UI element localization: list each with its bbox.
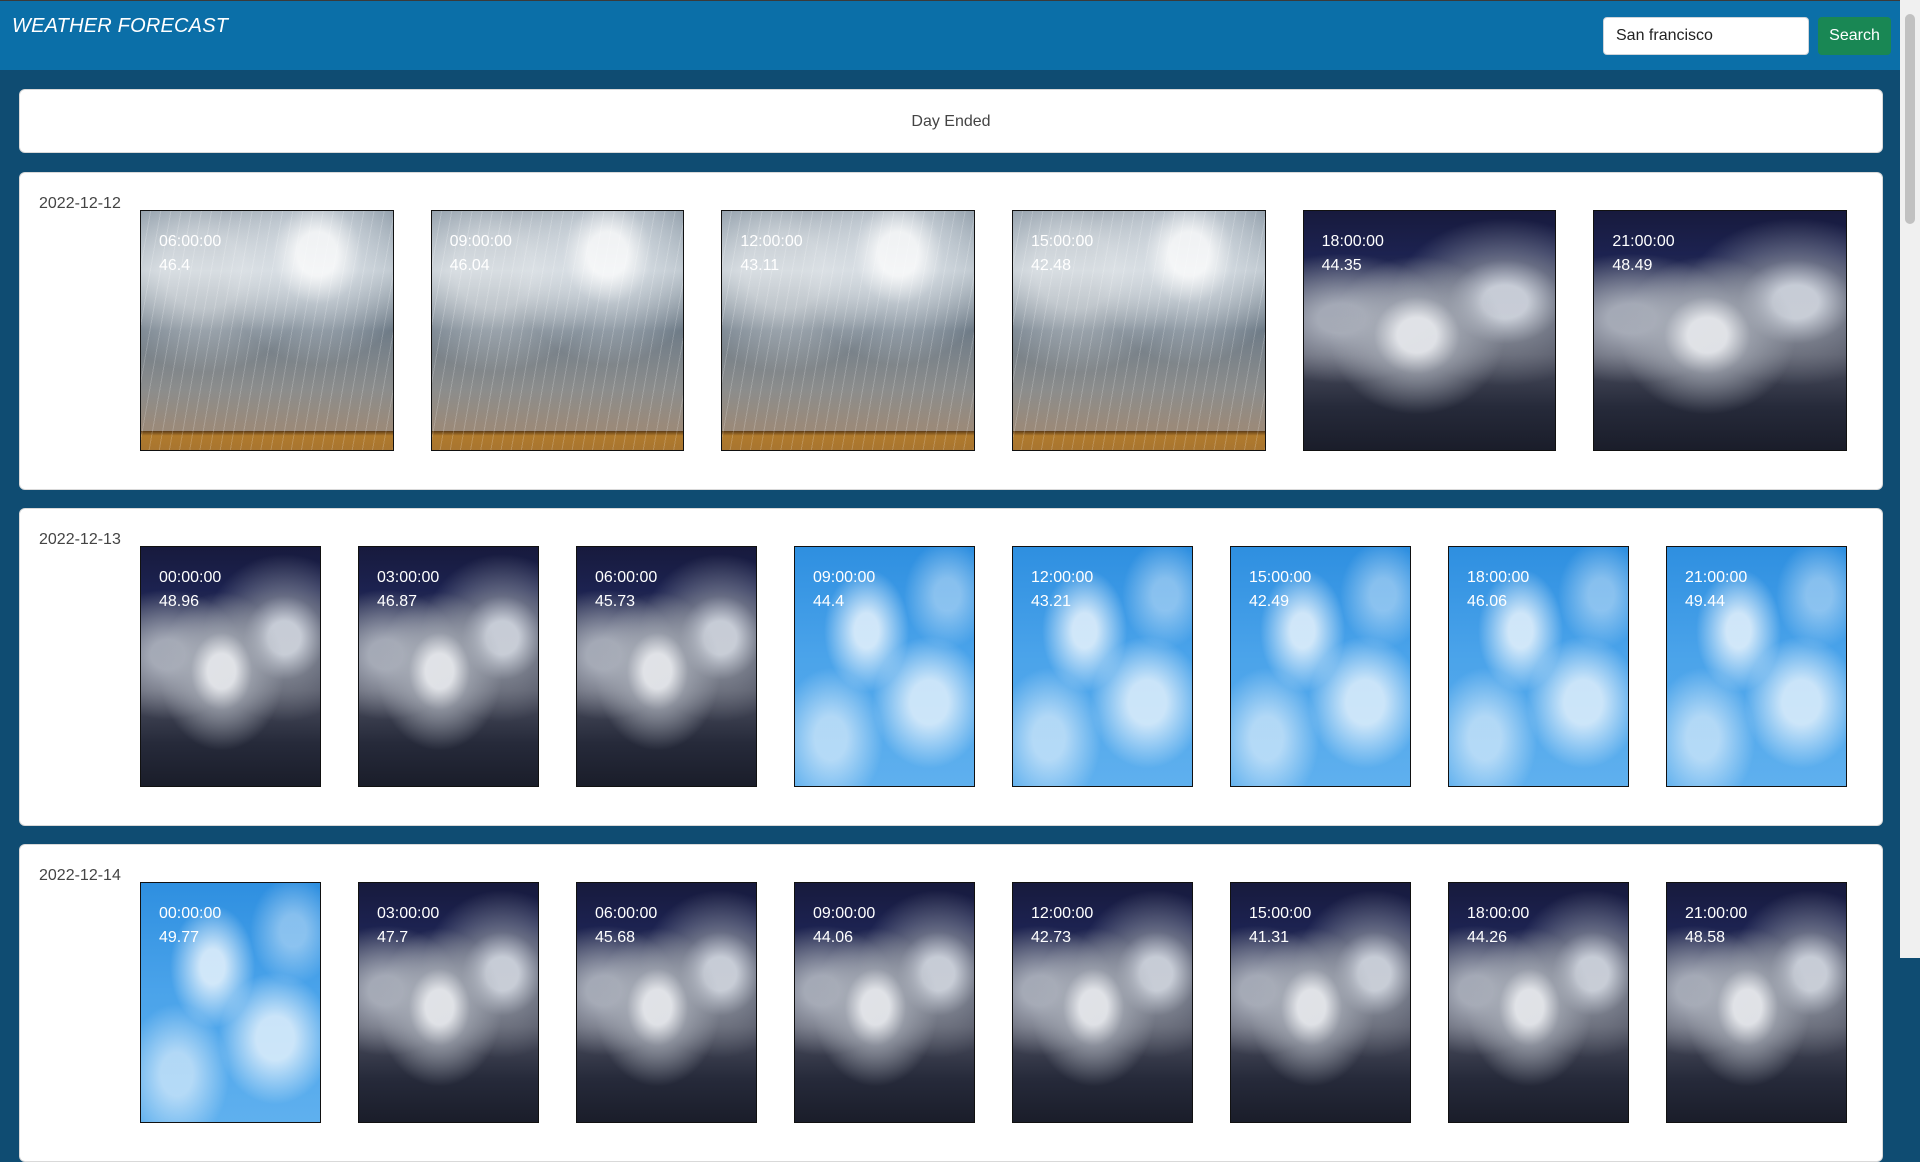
status-card: Day Ended	[19, 89, 1883, 153]
forecast-tile: 06:00:00 45.73	[576, 546, 757, 787]
forecast-temperature: 42.73	[1031, 929, 1072, 946]
day-date: 2022-12-14	[39, 867, 121, 884]
forecast-time: 09:00:00	[813, 569, 876, 586]
forecast-tile: 18:00:00 44.35	[1302, 210, 1557, 451]
forecast-temperature: 47.7	[377, 929, 409, 946]
forecast-tile: 21:00:00 49.44	[1666, 546, 1847, 787]
navbar: WEATHER FORECAST Search	[0, 0, 1900, 70]
forecast-time: 06:00:00	[595, 905, 658, 922]
forecast-time: 21:00:00	[1685, 569, 1748, 586]
forecast-time: 18:00:00	[1467, 905, 1530, 922]
forecast-temperature: 46.87	[377, 593, 418, 610]
forecast-tile: 06:00:00 46.4	[140, 210, 394, 451]
forecast-time: 00:00:00	[159, 569, 222, 586]
forecast-time: 18:00:00	[1321, 233, 1384, 250]
day-date: 2022-12-13	[39, 531, 121, 548]
forecast-temperature: 45.68	[595, 929, 636, 946]
forecast-temperature: 45.73	[595, 593, 636, 610]
forecast-temperature: 41.31	[1249, 929, 1290, 946]
search-button[interactable]: Search	[1818, 17, 1891, 55]
forecast-time: 12:00:00	[740, 233, 803, 250]
forecast-time: 03:00:00	[377, 905, 440, 922]
forecast-temperature: 42.48	[1031, 257, 1072, 274]
forecast-tile: 21:00:00 48.49	[1593, 210, 1847, 451]
forecast-tile: 12:00:00 42.73	[1012, 882, 1193, 1123]
forecast-tile: 15:00:00 42.48	[1012, 210, 1266, 451]
page-scrollbar[interactable]	[1900, 0, 1920, 958]
forecast-time: 09:00:00	[449, 233, 512, 250]
forecast-temperature: 46.06	[1467, 593, 1508, 610]
forecast-tile: 03:00:00 46.87	[358, 546, 539, 787]
forecast-temperature: 48.49	[1612, 257, 1653, 274]
day-card: 2022-12-13 00:00:00 48.96 03:00:00 46.87 06:0…	[19, 508, 1883, 826]
forecast-time: 12:00:00	[1031, 569, 1094, 586]
forecast-temperature: 44.35	[1321, 257, 1362, 274]
forecast-tile: 09:00:00 44.4	[794, 546, 975, 787]
forecast-time: 12:00:00	[1031, 905, 1094, 922]
forecast-time: 03:00:00	[377, 569, 440, 586]
forecast-time: 21:00:00	[1685, 905, 1748, 922]
forecast-temperature: 46.4	[159, 257, 191, 274]
day-date: 2022-12-12	[39, 195, 121, 212]
status-text: Day Ended	[911, 113, 991, 130]
forecast-tile: 09:00:00 46.04	[430, 210, 685, 451]
day-card: 2022-12-12 06:00:00 46.4 09:00:00 46.04 12:00…	[19, 172, 1883, 490]
forecast-time: 15:00:00	[1031, 233, 1094, 250]
forecast-temperature: 42.49	[1249, 593, 1290, 610]
forecast-temperature: 44.4	[813, 593, 845, 610]
forecast-tile: 00:00:00 49.77	[140, 882, 321, 1123]
forecast-temperature: 44.26	[1467, 929, 1508, 946]
forecast-time: 15:00:00	[1249, 569, 1312, 586]
forecast-time: 21:00:00	[1612, 233, 1675, 250]
forecast-temperature: 48.58	[1685, 929, 1726, 946]
forecast-tile: 12:00:00 43.21	[1012, 546, 1193, 787]
forecast-tile: 18:00:00 46.06	[1448, 546, 1629, 787]
forecast-time: 00:00:00	[159, 905, 222, 922]
app-title[interactable]: WEATHER FORECAST	[12, 15, 228, 38]
forecast-tile: 15:00:00 41.31	[1230, 882, 1411, 1123]
forecast-temperature: 44.06	[813, 929, 854, 946]
forecast-temperature: 49.44	[1685, 593, 1726, 610]
forecast-time: 15:00:00	[1249, 905, 1312, 922]
day-card: 2022-12-14 00:00:00 49.77 03:00:00 47.7 06:00…	[19, 844, 1883, 1162]
forecast-tile: 21:00:00 48.58	[1666, 882, 1847, 1123]
forecast-tile: 03:00:00 47.7	[358, 882, 539, 1123]
forecast-time: 09:00:00	[813, 905, 876, 922]
forecast-tile: 18:00:00 44.26	[1448, 882, 1629, 1123]
forecast-temperature: 43.21	[1031, 593, 1072, 610]
forecast-temperature: 49.77	[159, 929, 200, 946]
forecast-tile: 00:00:00 48.96	[140, 546, 321, 787]
forecast-tile: 09:00:00 44.06	[794, 882, 975, 1123]
city-search-input[interactable]	[1603, 17, 1809, 55]
forecast-temperature: 46.04	[449, 257, 490, 274]
forecast-time: 06:00:00	[595, 569, 658, 586]
forecast-time: 18:00:00	[1467, 569, 1530, 586]
forecast-time: 06:00:00	[159, 233, 222, 250]
forecast-temperature: 43.11	[740, 257, 780, 274]
forecast-temperature: 48.96	[159, 593, 200, 610]
forecast-tile: 15:00:00 42.49	[1230, 546, 1411, 787]
forecast-tile: 06:00:00 45.68	[576, 882, 757, 1123]
scrollbar-thumb[interactable]	[1905, 14, 1915, 224]
forecast-tile: 12:00:00 43.11	[721, 210, 975, 451]
